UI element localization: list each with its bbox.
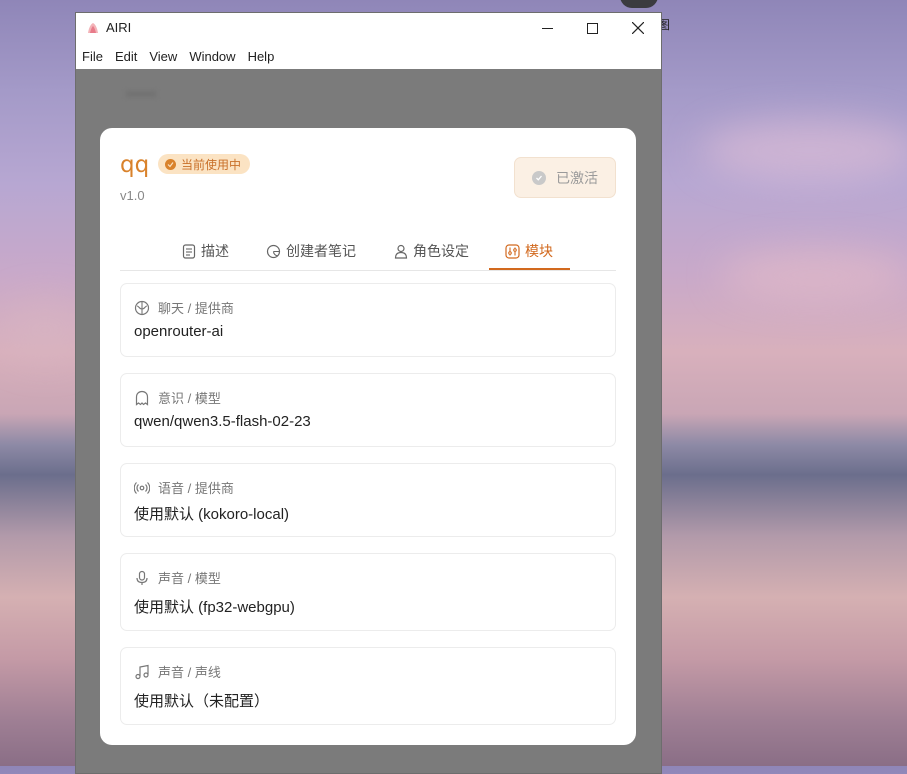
close-button[interactable]: [615, 13, 661, 43]
module-value: qwen/qwen3.5-flash-02-23: [134, 413, 311, 430]
sticky-note-icon: [266, 244, 281, 258]
module-label: 意识 / 模型: [134, 388, 221, 407]
broadcast-icon: [134, 481, 150, 494]
cloud-decoration: [720, 250, 907, 300]
sliders-icon: [505, 243, 520, 259]
character-name: qq: [120, 152, 150, 178]
tab-character-settings[interactable]: 角色设定: [394, 234, 469, 268]
close-icon: [632, 22, 644, 34]
module-label-text: 意识 / 模型: [158, 391, 221, 406]
active-tab-indicator: [489, 268, 570, 270]
menu-bar: File Edit View Window Help: [76, 43, 661, 69]
brain-icon: [134, 300, 150, 315]
module-label-text: 语音 / 提供商: [158, 481, 234, 496]
module-voice-model: 声音 / 模型 使用默认 (fp32-webgpu): [120, 553, 616, 631]
ghost-icon: [135, 390, 149, 406]
minimize-button[interactable]: [524, 13, 570, 43]
user-icon: [394, 244, 408, 259]
module-label-text: 声音 / 声线: [158, 665, 221, 680]
tab-creator-notes[interactable]: 创建者笔记: [266, 234, 356, 268]
status-badge-label: 当前使用中: [181, 157, 242, 172]
check-circle-icon: [165, 158, 176, 170]
menu-help[interactable]: Help: [242, 49, 281, 64]
airi-logo-icon: [88, 23, 98, 33]
menu-file[interactable]: File: [76, 49, 109, 64]
tab-label: 描述: [201, 243, 229, 259]
module-label: 声音 / 模型: [134, 568, 221, 587]
module-voice-timbre: 声音 / 声线 使用默认（未配置）: [120, 647, 616, 725]
tab-description[interactable]: 描述: [182, 234, 229, 268]
title-bar[interactable]: AIRI: [76, 13, 661, 43]
tab-label: 角色设定: [413, 243, 469, 259]
status-badge: 当前使用中: [158, 154, 251, 174]
file-text-icon: [182, 243, 196, 259]
tab-modules[interactable]: 模块: [505, 234, 553, 268]
module-value: 使用默认 (kokoro-local): [134, 506, 290, 523]
microphone-icon: [136, 570, 148, 585]
module-value: openrouter-ai: [134, 323, 224, 340]
module-label: 聊天 / 提供商: [134, 298, 234, 317]
minimize-icon: [541, 27, 553, 29]
activated-label: 已激活: [556, 169, 598, 186]
maximize-icon: [586, 22, 598, 34]
blurred-background-content: [126, 91, 156, 97]
module-label-text: 聊天 / 提供商: [158, 301, 234, 316]
window-title: AIRI: [106, 20, 132, 35]
module-label: 语音 / 提供商: [134, 478, 234, 497]
cloud-decoration: [700, 120, 907, 180]
check-circle-icon: [532, 170, 546, 185]
version-label: v1.0: [120, 188, 145, 203]
module-speech-provider: 语音 / 提供商 使用默认 (kokoro-local): [120, 463, 616, 537]
tab-bar: 描述 创建者笔记 角色设定 模块: [120, 234, 616, 271]
module-value: 使用默认（未配置）: [134, 693, 270, 710]
music-note-icon: [135, 664, 149, 679]
module-value: 使用默认 (fp32-webgpu): [134, 599, 295, 616]
tab-label: 创建者笔记: [286, 243, 356, 259]
menu-edit[interactable]: Edit: [109, 49, 143, 64]
menu-view[interactable]: View: [143, 49, 183, 64]
menu-window[interactable]: Window: [183, 49, 241, 64]
tab-label: 模块: [525, 243, 553, 259]
app-window: AIRI File Edit View Window Help qq 当前使用中…: [75, 12, 662, 774]
activated-button[interactable]: 已激活: [514, 157, 616, 198]
module-consciousness-model: 意识 / 模型 qwen/qwen3.5-flash-02-23: [120, 373, 616, 447]
maximize-button[interactable]: [569, 13, 615, 43]
desktop-app-icon[interactable]: [620, 0, 658, 8]
module-chat-provider: 聊天 / 提供商 openrouter-ai: [120, 283, 616, 357]
character-card-modal: qq 当前使用中 v1.0 已激活 描述 创建者笔记 角色设定 模块 聊天 / …: [100, 128, 636, 745]
module-label-text: 声音 / 模型: [158, 571, 221, 586]
module-label: 声音 / 声线: [134, 662, 221, 681]
